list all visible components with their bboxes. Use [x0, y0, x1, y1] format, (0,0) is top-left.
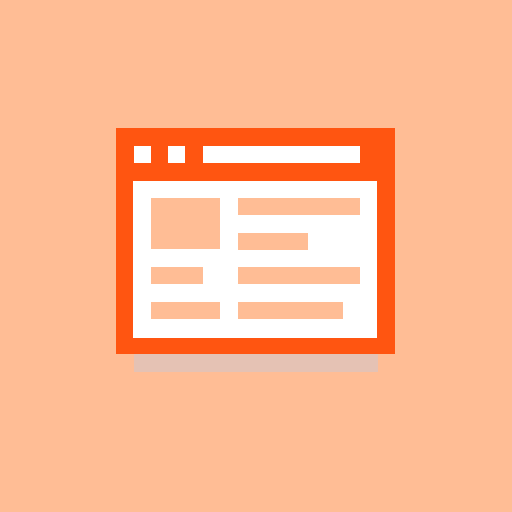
window-control-dot: [134, 146, 151, 163]
text-line-placeholder: [151, 302, 220, 319]
image-placeholder: [151, 198, 220, 249]
window-shadow: [134, 352, 378, 372]
window-control-dot: [168, 146, 185, 163]
text-line-placeholder: [151, 267, 203, 284]
address-bar: [203, 146, 360, 163]
text-line-placeholder: [238, 233, 308, 250]
browser-window-icon: [0, 0, 512, 512]
text-line-placeholder: [238, 302, 343, 319]
text-line-placeholder: [238, 198, 360, 215]
icon-canvas: [0, 0, 512, 512]
text-line-placeholder: [238, 267, 360, 284]
